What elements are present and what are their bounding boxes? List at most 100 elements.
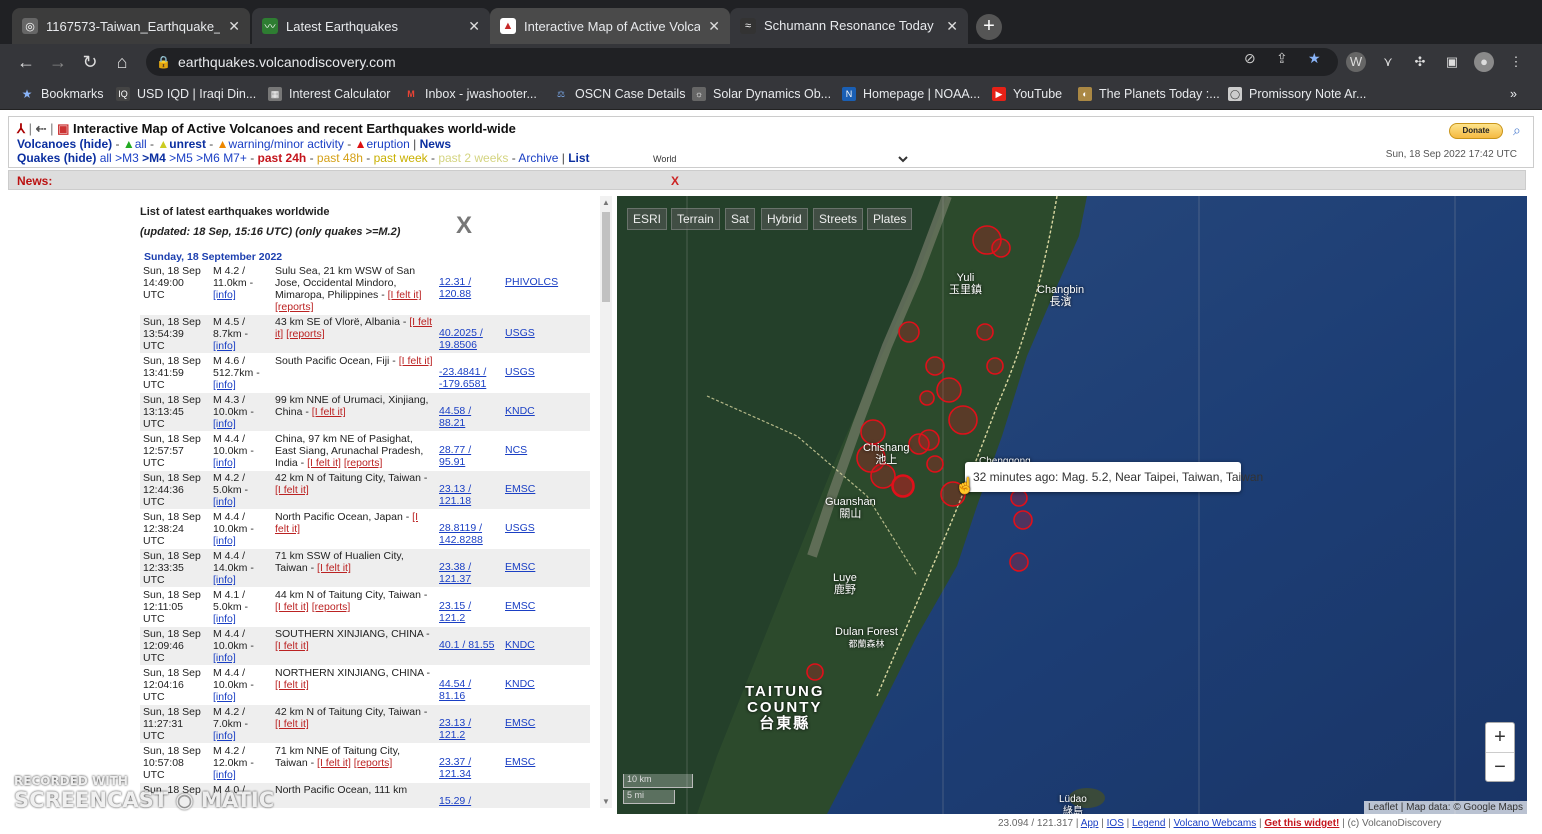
layer-plates[interactable]: Plates bbox=[867, 208, 913, 230]
coords-link[interactable]: 23.13 / 121.18 bbox=[439, 483, 471, 507]
felt-it-link[interactable]: [I felt it] bbox=[275, 679, 309, 691]
scroll-thumb[interactable] bbox=[602, 212, 610, 302]
source-link[interactable]: KNDC bbox=[505, 678, 535, 690]
layer-terrain[interactable]: Terrain bbox=[671, 208, 720, 230]
bookmark-noaa[interactable]: N Homepage | NOAA... bbox=[842, 87, 980, 101]
coords-link[interactable]: 40.1 / 81.55 bbox=[439, 639, 494, 651]
w-extension-icon[interactable]: W bbox=[1346, 52, 1366, 72]
quake-filter-m3[interactable]: >M3 bbox=[115, 151, 139, 165]
coords-link[interactable]: 23.15 / 121.2 bbox=[439, 600, 471, 624]
reports-link[interactable]: [reports] bbox=[354, 757, 393, 769]
felt-it-link[interactable]: [I felt it] bbox=[312, 406, 346, 418]
source-link[interactable]: KNDC bbox=[505, 405, 535, 417]
share-icon[interactable]: ⇪ bbox=[1276, 50, 1288, 67]
quake-marker[interactable] bbox=[991, 238, 1011, 258]
felt-it-link[interactable]: [I felt it] bbox=[275, 640, 309, 652]
extension-icon[interactable]: ⋎ bbox=[1378, 52, 1398, 72]
info-link[interactable]: [info] bbox=[213, 652, 236, 664]
list-link[interactable]: List bbox=[568, 151, 589, 165]
source-link[interactable]: USGS bbox=[505, 366, 535, 378]
quake-filter-m5[interactable]: >M5 bbox=[169, 151, 193, 165]
info-link[interactable]: [info] bbox=[213, 574, 236, 586]
info-link[interactable]: [info] bbox=[213, 730, 236, 742]
zoom-in-button[interactable]: + bbox=[1486, 723, 1514, 753]
earthquake-map[interactable]: ESRI Terrain Sat Hybrid Streets Plates Y… bbox=[617, 196, 1527, 814]
back-arrow-icon[interactable]: ⇠ bbox=[36, 121, 47, 136]
filter-warning[interactable]: warning/minor activity bbox=[229, 137, 344, 151]
source-link[interactable]: EMSC bbox=[505, 561, 535, 573]
coords-link[interactable]: 12.31 / 120.88 bbox=[439, 276, 471, 300]
quake-marker[interactable] bbox=[1013, 510, 1033, 530]
felt-it-link[interactable]: [I felt it] bbox=[317, 757, 351, 769]
tab-volcano-map[interactable]: ▲ Interactive Map of Active Volcanoes ✕ bbox=[490, 8, 730, 44]
quakes-hide-link[interactable]: Quakes (hide) bbox=[17, 151, 96, 165]
coords-link[interactable]: 40.2025 / 19.8506 bbox=[439, 327, 483, 351]
time-filter-48h[interactable]: past 48h bbox=[317, 151, 363, 165]
bookmark-youtube[interactable]: ▶ YouTube bbox=[992, 87, 1062, 101]
coords-link[interactable]: 44.58 / 88.21 bbox=[439, 405, 471, 429]
map-attribution[interactable]: Leaflet | Map data: © Google Maps bbox=[1363, 801, 1527, 814]
close-icon[interactable]: ✕ bbox=[946, 18, 958, 35]
puzzle-icon[interactable]: ✣ bbox=[1410, 52, 1430, 72]
coords-link[interactable]: 44.54 / 81.16 bbox=[439, 678, 471, 702]
tab-taiwan-earthquake[interactable]: ◎ 1167573-Taiwan_Earthquake_968 ✕ bbox=[12, 8, 250, 44]
sidepanel-icon[interactable]: ▣ bbox=[1442, 52, 1462, 72]
info-link[interactable]: [info] bbox=[213, 418, 236, 430]
zoom-out-button[interactable]: − bbox=[1486, 753, 1514, 783]
coords-link[interactable]: 15.29 / bbox=[439, 795, 471, 807]
list-scrollbar[interactable]: ▲ ▼ bbox=[600, 196, 612, 808]
source-link[interactable]: EMSC bbox=[505, 600, 535, 612]
info-link[interactable]: [info] bbox=[213, 457, 236, 469]
source-link[interactable]: NCS bbox=[505, 444, 527, 456]
bookmark-planets-today[interactable]: ◐ The Planets Today :... bbox=[1078, 87, 1220, 101]
news-close-button[interactable]: X bbox=[671, 174, 679, 188]
close-icon[interactable]: ✕ bbox=[228, 18, 240, 35]
layer-sat[interactable]: Sat bbox=[725, 208, 756, 230]
ios-link[interactable]: IOS bbox=[1107, 818, 1124, 829]
bookmark-inbox[interactable]: M Inbox - jwashooter... bbox=[404, 87, 537, 101]
eye-off-icon[interactable]: ⊘ bbox=[1244, 50, 1256, 67]
quake-marker[interactable] bbox=[926, 455, 944, 473]
tab-schumann-resonance[interactable]: ≈ Schumann Resonance Today ⚡ ✕ bbox=[730, 8, 968, 44]
reload-icon[interactable]: ↻ bbox=[78, 50, 102, 74]
source-link[interactable]: PHIVOLCS bbox=[505, 276, 558, 288]
source-link[interactable]: USGS bbox=[505, 522, 535, 534]
back-icon[interactable]: ← bbox=[14, 50, 38, 74]
get-widget-link[interactable]: Get this widget! bbox=[1264, 818, 1339, 829]
info-link[interactable]: [info] bbox=[213, 340, 236, 352]
reports-link[interactable]: [reports] bbox=[286, 328, 325, 340]
app-link[interactable]: App bbox=[1081, 818, 1099, 829]
tab-latest-earthquakes[interactable]: 〰 Latest Earthquakes ✕ bbox=[252, 8, 490, 44]
close-icon[interactable]: ✕ bbox=[468, 18, 480, 35]
felt-it-link[interactable]: [I felt it] bbox=[275, 601, 309, 613]
archive-link[interactable]: Archive bbox=[518, 151, 558, 165]
coords-link[interactable]: 23.38 / 121.37 bbox=[439, 561, 471, 585]
menu-icon[interactable]: ⋮ bbox=[1506, 52, 1526, 72]
coords-link[interactable]: 28.8119 / 142.8288 bbox=[439, 522, 483, 546]
info-link[interactable]: [info] bbox=[213, 379, 236, 391]
quake-filter-all[interactable]: all bbox=[100, 151, 112, 165]
home-icon[interactable]: ⌂ bbox=[110, 50, 134, 74]
scroll-down-icon[interactable]: ▼ bbox=[602, 797, 610, 806]
coords-link[interactable]: 23.13 / 121.2 bbox=[439, 717, 471, 741]
felt-it-link[interactable]: [I felt it] bbox=[307, 457, 341, 469]
list-close-button[interactable]: X bbox=[456, 212, 472, 240]
volcano-webcams-link[interactable]: Volcano Webcams bbox=[1174, 818, 1257, 829]
info-link[interactable]: [info] bbox=[213, 691, 236, 703]
bookmark-oscn[interactable]: ⚖ OSCN Case Details bbox=[554, 87, 686, 101]
info-link[interactable]: [info] bbox=[213, 289, 236, 301]
volcanoes-hide-link[interactable]: Volcanoes (hide) bbox=[17, 137, 112, 151]
source-link[interactable]: EMSC bbox=[505, 717, 535, 729]
quake-marker[interactable] bbox=[891, 474, 915, 498]
magnifier-icon[interactable]: ⌕ bbox=[1513, 122, 1521, 139]
bookmark-interest-calculator[interactable]: ▦ Interest Calculator bbox=[268, 87, 390, 101]
bookmark-solar-dynamics[interactable]: ☼ Solar Dynamics Ob... bbox=[692, 87, 831, 101]
reports-link[interactable]: [reports] bbox=[344, 457, 383, 469]
news-link[interactable]: News bbox=[420, 137, 451, 151]
source-link[interactable]: EMSC bbox=[505, 756, 535, 768]
quake-marker[interactable] bbox=[908, 433, 930, 455]
layer-esri[interactable]: ESRI bbox=[627, 208, 668, 230]
quake-filter-m4[interactable]: >M4 bbox=[142, 151, 166, 165]
bookmark-usd-iqd[interactable]: IQ USD IQD | Iraqi Din... bbox=[116, 87, 256, 101]
bookmarks-more[interactable]: » bbox=[1510, 87, 1517, 101]
